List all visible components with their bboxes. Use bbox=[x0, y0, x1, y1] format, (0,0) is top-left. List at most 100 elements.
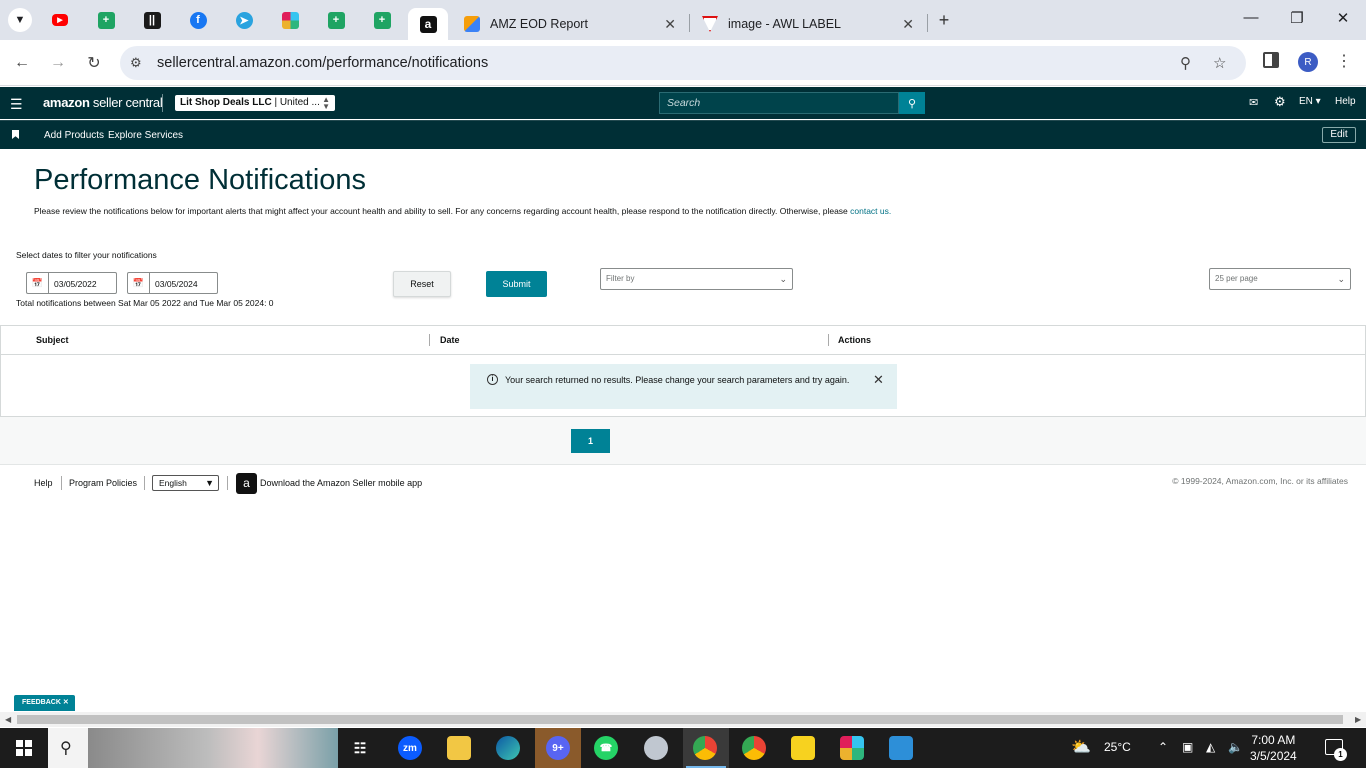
date-filter-label: Select dates to filter your notification… bbox=[16, 250, 157, 260]
restore-icon[interactable]: ❐ bbox=[1274, 9, 1320, 27]
windows-start-icon[interactable] bbox=[16, 740, 32, 756]
bookmark-icon[interactable] bbox=[12, 130, 19, 139]
scroll-right-icon[interactable]: ▶ bbox=[1355, 715, 1361, 724]
profile-avatar[interactable]: R bbox=[1298, 52, 1318, 72]
pinned-tab-facebook[interactable]: f bbox=[178, 8, 218, 32]
zoom-app-icon[interactable]: zm bbox=[398, 736, 422, 760]
amazon-app-icon[interactable]: a bbox=[236, 473, 257, 494]
submit-button[interactable]: Submit bbox=[486, 271, 547, 297]
pinned-tab-sheets-2[interactable]: + bbox=[316, 8, 356, 32]
page-title: Performance Notifications bbox=[34, 164, 367, 196]
nav-explore-services[interactable]: Explore Services bbox=[108, 130, 183, 141]
search-icon[interactable]: ⚲ bbox=[899, 92, 925, 114]
browser-menu-icon[interactable]: ⋮ bbox=[1336, 51, 1352, 71]
language-selector[interactable]: EN ▾ bbox=[1299, 96, 1321, 107]
forward-icon[interactable]: → bbox=[46, 51, 70, 75]
system-clock[interactable]: 7:00 AM 3/5/2024 bbox=[1250, 732, 1297, 764]
weather-icon[interactable]: ⛅ bbox=[1071, 737, 1091, 757]
back-icon[interactable]: ← bbox=[10, 51, 34, 75]
slack-icon[interactable] bbox=[840, 736, 864, 760]
amazon-icon: a bbox=[419, 15, 437, 33]
network-icon[interactable]: ◭ bbox=[1206, 740, 1215, 754]
sheets-icon: + bbox=[327, 11, 345, 29]
language-code: EN bbox=[1299, 96, 1313, 107]
footer-help-link[interactable]: Help bbox=[34, 478, 53, 488]
column-date[interactable]: Date bbox=[440, 335, 460, 345]
pinned-tab-sheets-1[interactable]: + bbox=[86, 8, 126, 32]
report-icon bbox=[464, 16, 480, 32]
reset-button[interactable]: Reset bbox=[393, 271, 451, 297]
address-bar[interactable]: ⚙ sellercentral.amazon.com/performance/n… bbox=[120, 46, 1246, 80]
footer-divider bbox=[144, 476, 145, 490]
page-1-button[interactable]: 1 bbox=[571, 429, 610, 453]
zoom-icon[interactable]: ⚲ bbox=[1180, 54, 1191, 72]
tab-image-awl-label[interactable]: image - AWL LABEL ✕ bbox=[690, 8, 926, 40]
meet-now-icon[interactable]: ▣ bbox=[1182, 740, 1193, 754]
new-tab-icon[interactable]: + bbox=[932, 10, 956, 30]
bookmark-star-icon[interactable]: ☆ bbox=[1213, 54, 1226, 72]
taskbar-search-box[interactable]: ⚲ bbox=[48, 728, 338, 768]
scrollbar-thumb[interactable] bbox=[17, 715, 1343, 724]
date-from-input[interactable]: 📅 03/05/2022 bbox=[26, 272, 117, 294]
calendar-icon[interactable]: 📅 bbox=[27, 273, 49, 293]
discord-icon[interactable]: 9+ bbox=[546, 736, 570, 760]
tab-close-icon[interactable]: ✕ bbox=[664, 16, 676, 33]
file-explorer-icon[interactable] bbox=[447, 736, 471, 760]
pagination-bar: 1 bbox=[0, 417, 1366, 465]
task-view-icon[interactable]: ☷ bbox=[348, 736, 372, 760]
help-link[interactable]: Help bbox=[1335, 96, 1356, 107]
filter-by-select[interactable]: Filter by ⌄ bbox=[600, 268, 793, 290]
tab-close-icon[interactable]: ✕ bbox=[902, 16, 914, 33]
mail-icon[interactable]: ✉ bbox=[1249, 96, 1258, 109]
table-header: Subject Date Actions bbox=[1, 326, 1365, 355]
edge-icon[interactable] bbox=[496, 736, 520, 760]
pinned-tab-amazon-active[interactable]: a bbox=[408, 8, 448, 40]
horizontal-scrollbar[interactable]: ◀ ▶ bbox=[0, 712, 1366, 727]
pinned-tab-sheets-3[interactable]: + bbox=[362, 8, 402, 32]
scroll-left-icon[interactable]: ◀ bbox=[5, 715, 11, 724]
pinned-tab-youtube[interactable]: ▶ bbox=[40, 8, 80, 32]
chrome-profile-icon[interactable] bbox=[742, 736, 766, 760]
footer-language-select[interactable]: English ▼ bbox=[152, 475, 219, 491]
hamburger-menu-icon[interactable]: ☰ bbox=[10, 96, 23, 113]
tray-chevron-up-icon[interactable]: ⌃ bbox=[1158, 740, 1168, 754]
volume-icon[interactable]: 🔈 bbox=[1228, 740, 1243, 754]
pinned-tab-telegram[interactable]: ➤ bbox=[224, 8, 264, 32]
chevron-down-icon: ⌄ bbox=[779, 274, 787, 284]
facebook-icon: f bbox=[189, 11, 207, 29]
photos-icon[interactable] bbox=[889, 736, 913, 760]
calendar-icon[interactable]: 📅 bbox=[128, 273, 150, 293]
url-text[interactable]: sellercentral.amazon.com/performance/not… bbox=[157, 55, 488, 71]
settings-gear-icon[interactable]: ⚙ bbox=[1274, 94, 1286, 110]
per-page-select[interactable]: 25 per page ⌄ bbox=[1209, 268, 1351, 290]
paint-icon[interactable] bbox=[644, 736, 668, 760]
tab-search-icon[interactable]: ▼ bbox=[8, 8, 32, 32]
app-icon: || bbox=[143, 11, 161, 29]
account-switcher[interactable]: Lit Shop Deals LLC | United ... ▲ ▼ bbox=[175, 95, 335, 111]
reload-icon[interactable]: ↻ bbox=[82, 51, 106, 75]
side-panel-icon[interactable] bbox=[1263, 52, 1279, 68]
sticky-notes-icon[interactable] bbox=[791, 736, 815, 760]
feedback-button[interactable]: FEEDBACK ✕ bbox=[14, 695, 75, 711]
chrome-icon[interactable] bbox=[693, 736, 717, 760]
site-info-icon[interactable]: ⚙ bbox=[130, 55, 142, 71]
footer-program-policies-link[interactable]: Program Policies bbox=[69, 478, 137, 488]
sheets-icon: + bbox=[97, 11, 115, 29]
contact-us-link[interactable]: contact us. bbox=[850, 206, 891, 216]
nav-add-products[interactable]: Add Products bbox=[44, 130, 104, 141]
pinned-tab-slack[interactable] bbox=[270, 8, 310, 32]
copyright-text: © 1999-2024, Amazon.com, Inc. or its aff… bbox=[1172, 476, 1348, 486]
pinned-tab-dark[interactable]: || bbox=[132, 8, 172, 32]
tab-amz-eod-report[interactable]: AMZ EOD Report ✕ bbox=[452, 8, 688, 40]
close-icon[interactable]: ✕ bbox=[873, 372, 884, 388]
weather-temperature[interactable]: 25°C bbox=[1104, 740, 1131, 754]
minimize-icon[interactable]: — bbox=[1228, 9, 1274, 26]
date-to-input[interactable]: 📅 03/05/2024 bbox=[127, 272, 218, 294]
close-window-icon[interactable]: ✕ bbox=[1320, 9, 1366, 27]
download-app-link[interactable]: Download the Amazon Seller mobile app bbox=[260, 478, 422, 488]
seller-central-logo[interactable]: amazon seller central bbox=[43, 95, 163, 110]
column-subject[interactable]: Subject bbox=[36, 335, 69, 345]
whatsapp-icon[interactable]: ☎ bbox=[594, 736, 618, 760]
header-search-input[interactable]: Search bbox=[659, 92, 899, 114]
edit-bookmarks-button[interactable]: Edit bbox=[1322, 127, 1356, 143]
